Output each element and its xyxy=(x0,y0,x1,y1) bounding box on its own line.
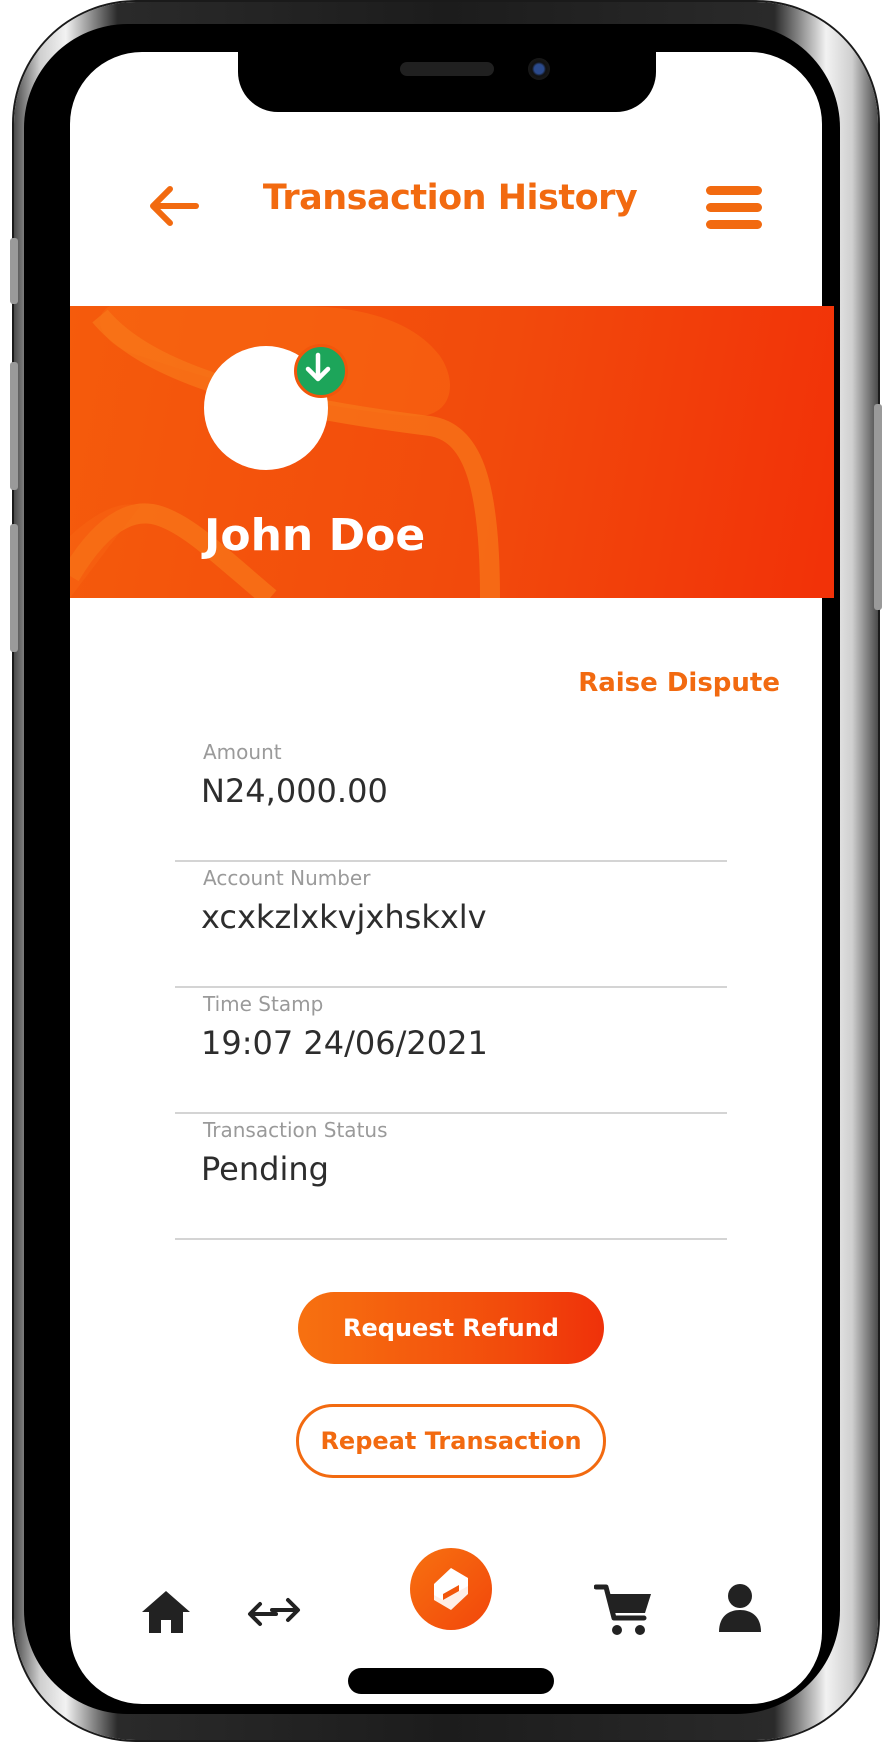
amount-field: Amount N24,000.00 xyxy=(175,740,727,862)
home-indicator[interactable] xyxy=(348,1668,554,1694)
profile-banner xyxy=(70,306,834,598)
app-logo-icon xyxy=(434,1568,468,1610)
back-arrow-icon[interactable] xyxy=(148,184,200,228)
field-label: Amount xyxy=(203,740,282,764)
speaker-grille xyxy=(400,62,494,76)
front-camera xyxy=(528,58,550,80)
field-label: Account Number xyxy=(203,866,371,890)
time-stamp-field: Time Stamp 19:07 24/06/2021 xyxy=(175,992,727,1114)
account-number-field: Account Number xcxkzlxkvjxhskxlv xyxy=(175,866,727,988)
home-icon[interactable] xyxy=(140,1588,192,1636)
field-value: 19:07 24/06/2021 xyxy=(201,1024,488,1062)
phone-side-button xyxy=(10,362,18,490)
received-arrow-icon xyxy=(294,344,348,398)
transaction-status-field: Transaction Status Pending xyxy=(175,1118,727,1240)
field-value: xcxkzlxkvjxhskxlv xyxy=(201,898,487,936)
field-value: N24,000.00 xyxy=(201,772,388,810)
phone-side-button xyxy=(874,404,882,610)
page-title: Transaction History xyxy=(262,178,638,218)
phone-notch xyxy=(238,52,656,112)
field-value: Pending xyxy=(201,1150,329,1188)
app-logo-button[interactable] xyxy=(410,1548,492,1630)
profile-name: John Doe xyxy=(204,510,426,561)
field-label: Transaction Status xyxy=(203,1118,388,1142)
repeat-transaction-button[interactable]: Repeat Transaction xyxy=(296,1404,606,1478)
field-label: Time Stamp xyxy=(203,992,324,1016)
request-refund-button[interactable]: Request Refund xyxy=(298,1292,604,1364)
hamburger-menu-icon[interactable] xyxy=(706,186,762,230)
profile-icon[interactable] xyxy=(716,1582,764,1634)
raise-dispute-link[interactable]: Raise Dispute xyxy=(578,668,780,698)
transfer-icon[interactable] xyxy=(246,1596,302,1636)
phone-side-button xyxy=(10,524,18,652)
phone-side-button xyxy=(10,238,18,304)
cart-icon[interactable] xyxy=(593,1582,654,1638)
